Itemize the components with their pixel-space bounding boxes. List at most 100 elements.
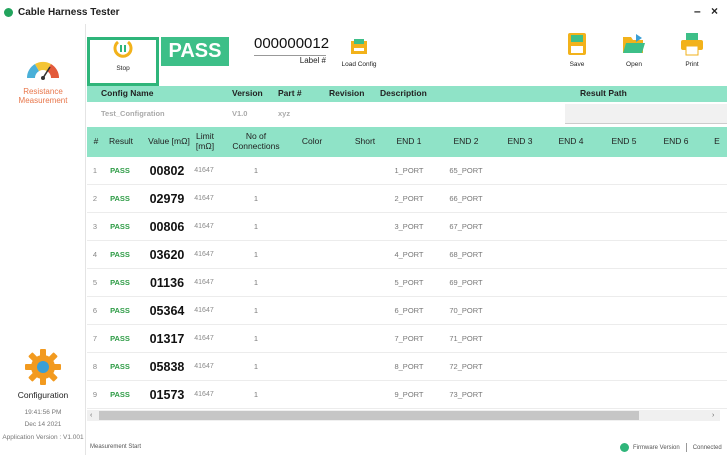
row-value: 02979 bbox=[149, 192, 185, 206]
row-limit: 41647 bbox=[194, 307, 214, 314]
save-label: Save bbox=[569, 61, 585, 68]
row-limit: 41647 bbox=[194, 279, 214, 286]
clock-date: Dec 14 2021 bbox=[24, 421, 62, 428]
table-row[interactable]: 3 PASS 00806 41647 1 3_PORT 67_PORT bbox=[87, 213, 727, 241]
scroll-right-arrow[interactable]: › bbox=[712, 410, 714, 421]
row-end1: 4_PORT bbox=[394, 250, 424, 259]
open-label: Open bbox=[626, 61, 642, 68]
serial-number: 000000012 bbox=[254, 35, 330, 52]
row-value: 01136 bbox=[149, 276, 185, 290]
table-row[interactable]: 7 PASS 01317 41647 1 7_PORT 71_PORT bbox=[87, 325, 727, 353]
table-row[interactable]: 8 PASS 05838 41647 1 8_PORT 72_PORT bbox=[87, 353, 727, 381]
close-button[interactable]: × bbox=[711, 4, 718, 18]
status-separator bbox=[685, 443, 687, 452]
save-button[interactable]: Save bbox=[560, 32, 594, 68]
row-end1: 7_PORT bbox=[394, 334, 424, 343]
print-label: Print bbox=[685, 61, 699, 68]
row-limit: 41647 bbox=[194, 335, 214, 342]
scroll-left-arrow[interactable]: ‹ bbox=[90, 410, 92, 421]
row-end2: 73_PORT bbox=[449, 390, 483, 399]
row-result: PASS bbox=[110, 222, 130, 231]
app-title: Cable Harness Tester bbox=[18, 6, 120, 18]
print-button[interactable]: Print bbox=[675, 32, 709, 68]
row-result: PASS bbox=[110, 278, 130, 287]
row-index: 5 bbox=[92, 278, 98, 287]
stop-button[interactable]: Stop bbox=[87, 37, 159, 86]
config-row: Test_Configration V1.0 xyz bbox=[87, 102, 727, 124]
row-index: 9 bbox=[92, 390, 98, 399]
row-end1: 9_PORT bbox=[394, 390, 424, 399]
status-message: Measurement Start bbox=[90, 444, 142, 450]
table-row[interactable]: 9 PASS 01573 41647 1 9_PORT 73_PORT bbox=[87, 381, 727, 409]
load-config-icon bbox=[351, 39, 367, 54]
table-row[interactable]: 2 PASS 02979 41647 1 2_PORT 66_PORT bbox=[87, 185, 727, 213]
row-end2: 68_PORT bbox=[449, 250, 483, 259]
table-row[interactable]: 4 PASS 03620 41647 1 4_PORT 68_PORT bbox=[87, 241, 727, 269]
row-result: PASS bbox=[110, 362, 130, 371]
row-end2: 69_PORT bbox=[449, 278, 483, 287]
row-result: PASS bbox=[110, 250, 130, 259]
row-end1: 6_PORT bbox=[394, 306, 424, 315]
nav-label-configuration: Configuration bbox=[17, 390, 69, 400]
load-config-button[interactable]: Load Config bbox=[337, 38, 381, 68]
status-dot-icon bbox=[620, 443, 629, 452]
nav-configuration[interactable]: Configuration bbox=[0, 348, 86, 400]
minimize-button[interactable]: – bbox=[694, 4, 701, 18]
open-folder-icon bbox=[623, 34, 645, 53]
app-logo-icon bbox=[4, 7, 13, 17]
row-connections: 1 bbox=[253, 166, 259, 175]
scrollbar-thumb[interactable] bbox=[99, 411, 639, 420]
nav-resistance-measurement[interactable]: Resistance Measurement bbox=[0, 54, 86, 105]
row-end2: 72_PORT bbox=[449, 362, 483, 371]
status-badge: PASS bbox=[161, 37, 229, 66]
print-icon bbox=[681, 33, 703, 56]
toolbar: Stop PASS 000000012 Label # Load Config … bbox=[87, 24, 727, 86]
load-config-label: Load Config bbox=[341, 61, 377, 68]
label-hash: Label # bbox=[299, 56, 326, 65]
row-connections: 1 bbox=[253, 194, 259, 203]
row-limit: 41647 bbox=[194, 223, 214, 230]
config-name-header: Config Name bbox=[101, 88, 154, 98]
row-end1: 2_PORT bbox=[394, 194, 424, 203]
result-path-field[interactable] bbox=[565, 104, 727, 124]
row-result: PASS bbox=[110, 334, 130, 343]
table-row[interactable]: 6 PASS 05364 41647 1 6_PORT 70_PORT bbox=[87, 297, 727, 325]
clock-time: 19:41:56 PM bbox=[24, 409, 62, 416]
row-value: 01573 bbox=[149, 388, 185, 402]
row-limit: 41647 bbox=[194, 167, 214, 174]
row-connections: 1 bbox=[253, 390, 259, 399]
result-path-header: Result Path bbox=[580, 88, 627, 98]
save-icon bbox=[568, 33, 586, 55]
row-limit: 41647 bbox=[194, 195, 214, 202]
row-index: 4 bbox=[92, 250, 98, 259]
row-result: PASS bbox=[110, 306, 130, 315]
config-header: Config Name Version Part # Revision Desc… bbox=[87, 86, 727, 102]
nav-label-measurement: Measurement bbox=[18, 96, 68, 105]
table-row[interactable]: 1 PASS 00802 41647 1 1_PORT 65_PORT bbox=[87, 157, 727, 185]
row-end1: 5_PORT bbox=[394, 278, 424, 287]
row-connections: 1 bbox=[253, 222, 259, 231]
row-end2: 71_PORT bbox=[449, 334, 483, 343]
col-value: Value [mΩ] bbox=[148, 136, 190, 146]
row-value: 00806 bbox=[149, 220, 185, 234]
open-button[interactable]: Open bbox=[617, 32, 651, 68]
horizontal-scrollbar[interactable]: ‹ › bbox=[87, 410, 720, 421]
row-result: PASS bbox=[110, 194, 130, 203]
status-right: Firmware Version Connected bbox=[620, 443, 722, 452]
col-end2: END 2 bbox=[453, 136, 479, 146]
row-end2: 70_PORT bbox=[449, 306, 483, 315]
col-end3: END 3 bbox=[507, 136, 533, 146]
table-row[interactable]: 5 PASS 01136 41647 1 5_PORT 69_PORT bbox=[87, 269, 727, 297]
col-color: Color bbox=[301, 136, 323, 146]
row-value: 05364 bbox=[149, 304, 185, 318]
row-index: 2 bbox=[92, 194, 98, 203]
version-value: V1.0 bbox=[232, 109, 248, 118]
row-index: 3 bbox=[92, 222, 98, 231]
row-value: 01317 bbox=[149, 332, 185, 346]
row-result: PASS bbox=[110, 390, 130, 399]
stop-label: Stop bbox=[116, 65, 130, 72]
col-end1: END 1 bbox=[396, 136, 422, 146]
app-version: Application Version : V1.001 bbox=[2, 434, 84, 441]
col-short: Short bbox=[354, 136, 376, 146]
row-connections: 1 bbox=[253, 250, 259, 259]
